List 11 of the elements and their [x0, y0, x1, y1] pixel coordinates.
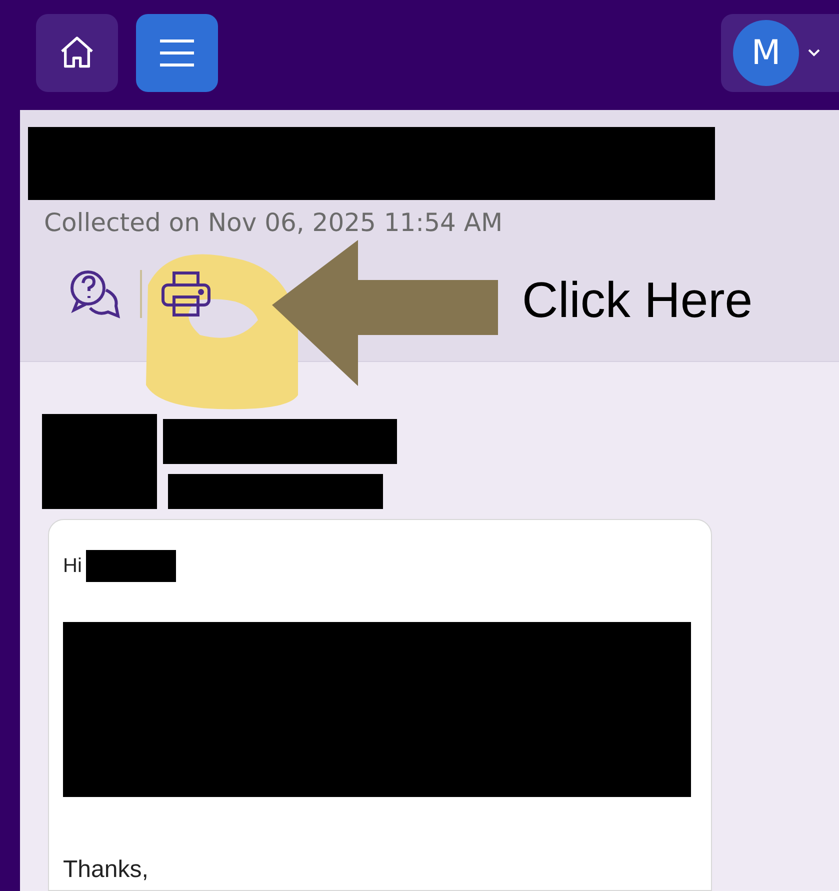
collected-date: Collected on Nov 06, 2025 11:54 AM: [44, 207, 504, 239]
printer-icon[interactable]: [160, 270, 212, 318]
avatar: M: [733, 20, 799, 86]
closing-text: Thanks,: [63, 855, 150, 885]
greeting-text: Hi: [63, 554, 82, 579]
menu-icon: [158, 38, 196, 68]
home-button[interactable]: [36, 14, 118, 92]
menu-button[interactable]: [136, 14, 218, 92]
chevron-down-icon: [807, 48, 821, 58]
account-button[interactable]: M: [721, 14, 839, 92]
click-here-label: Click Here: [522, 271, 753, 330]
